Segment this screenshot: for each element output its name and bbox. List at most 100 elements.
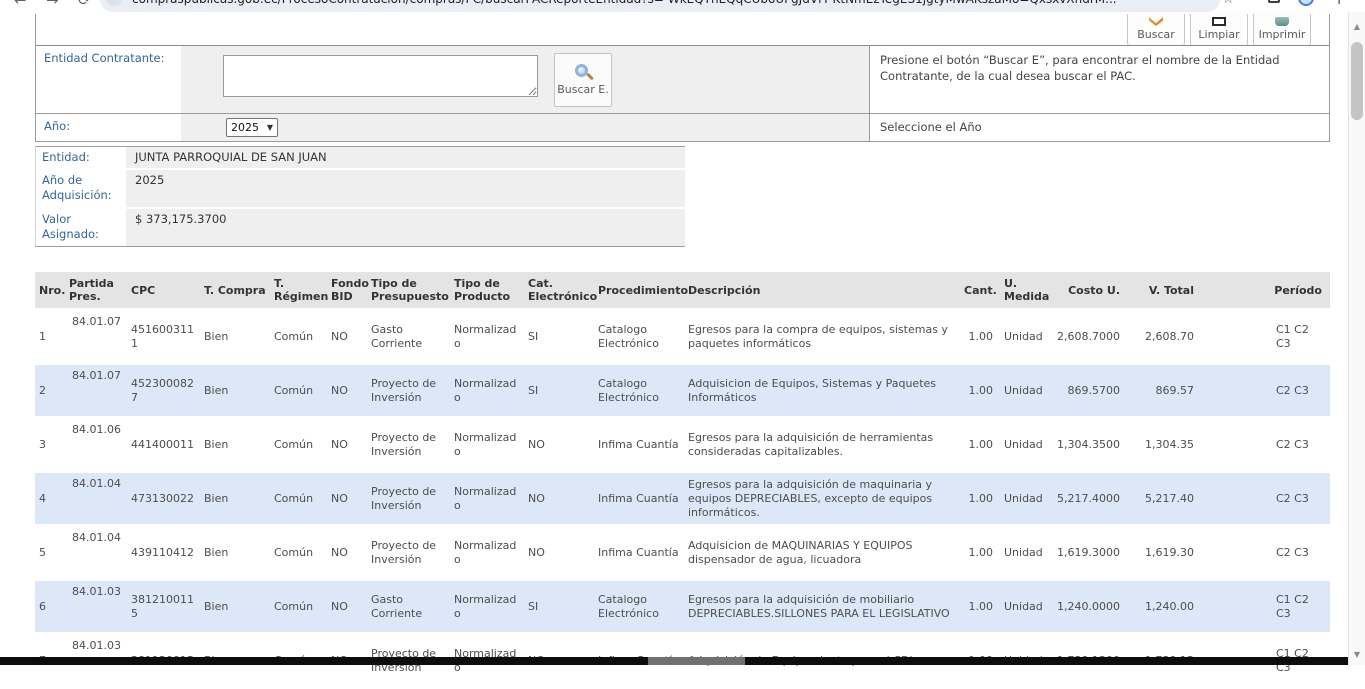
bookmark-star-icon[interactable]: ☆ (1222, 0, 1235, 7)
cell-tipo_producto: Normalizado (450, 419, 524, 470)
cell-t_compra: Bien (200, 473, 270, 524)
cell-cant: 1.00 (960, 365, 1000, 416)
info-label: Valor Asignado: (36, 209, 126, 246)
profile-avatar[interactable] (1298, 0, 1314, 6)
scroll-up-icon[interactable]: ▲ (1349, 22, 1365, 31)
cell-u_medida: Unidad (1000, 311, 1050, 362)
forward-icon[interactable]: → (46, 0, 59, 9)
cell-periodo: C1 C2 C3 (1204, 581, 1330, 632)
cell-periodo: C2 C3 (1204, 473, 1330, 524)
anio-help-cell: Seleccione el Año (869, 114, 1329, 141)
cell-u_medida: Unidad (1000, 527, 1050, 578)
periodo-value: C2 C3 (1276, 546, 1322, 560)
entidad-contratante-input[interactable] (223, 55, 538, 97)
column-header: Descripción (684, 272, 960, 308)
cell-costo_u: 1,304.3500 (1050, 419, 1130, 470)
cell-nro: 4 (35, 473, 65, 524)
vertical-scrollbar[interactable]: ▲ ▼ (1348, 12, 1365, 665)
cell-cpc: 473130022 (127, 473, 200, 524)
cell-t_compra: Bien (200, 311, 270, 362)
cell-t_regimen: Común (270, 365, 327, 416)
limpiar-button-label: Limpiar (1198, 28, 1239, 41)
cell-fondo_bid: NO (327, 473, 367, 524)
side-panel-icon[interactable] (1268, 0, 1280, 3)
cell-cat_electronico: SI (524, 311, 594, 362)
cell-partida: 84.01.06 (65, 419, 127, 470)
cell-cpc: 3812100115 (127, 581, 200, 632)
scrollbar-thumb[interactable] (1351, 42, 1363, 120)
browser-menu-icon[interactable]: + (1332, 0, 1346, 9)
info-value: $ 373,175.3700 (126, 209, 685, 246)
buscar-e-label: Buscar E. (557, 83, 609, 96)
column-header: Cant. (960, 272, 1000, 308)
column-header: Tipo de Presupuesto (367, 272, 450, 308)
info-label: Entidad: (36, 147, 126, 168)
cell-t_regimen: Común (270, 527, 327, 578)
cell-procedimiento: Catalogo Electrónico (594, 581, 684, 632)
anio-selected-value: 2025 (231, 121, 259, 134)
bottom-bar-segment (648, 657, 745, 665)
imprimir-button-label: Imprimir (1259, 28, 1306, 41)
anio-select[interactable]: 2025 ▼ (226, 118, 278, 137)
cell-nro: 3 (35, 419, 65, 470)
reload-icon[interactable]: ⟳ (78, 0, 91, 9)
browser-chrome: ← → ⟳ compraspublicas.gob.ec/ProcesoCont… (0, 0, 1365, 12)
anio-row: Año: 2025 ▼ Seleccione el Año (36, 114, 1329, 141)
table-row: 384.01.06441400011BienComúnNOProyecto de… (35, 419, 1330, 470)
cell-cat_electronico: NO (524, 473, 594, 524)
cell-partida: 84.01.07 (65, 365, 127, 416)
entidad-input-cell: Buscar E. (181, 46, 869, 113)
search-panel: Buscar Limpiar Imprimir Entidad Contrata… (35, 14, 1330, 142)
cell-costo_u: 1,619.3000 (1050, 527, 1130, 578)
cell-cpc: 439110412 (127, 527, 200, 578)
cell-descripcion: Egresos para la adquisición de mobiliari… (684, 581, 960, 632)
cell-t_regimen: Común (270, 311, 327, 362)
column-header: Período (1204, 272, 1330, 308)
entidad-help-cell: Presione el botón “Buscar E”, para encon… (869, 46, 1329, 113)
cell-fondo_bid: NO (327, 527, 367, 578)
cell-descripcion: Adquisicion de MAQUINARIAS Y EQUIPOS dis… (684, 527, 960, 578)
cell-descripcion: Egresos para la adquisición de maquinari… (684, 473, 960, 524)
column-header: T. Régimen (270, 272, 327, 308)
info-row: Valor Asignado:$ 373,175.3700 (36, 209, 685, 246)
limpiar-button[interactable]: Limpiar (1190, 14, 1248, 46)
cell-cat_electronico: SI (524, 581, 594, 632)
cell-tipo_producto: Normalizado (450, 581, 524, 632)
cell-partida: 84.01.04 (65, 473, 127, 524)
buscar-e-button[interactable]: Buscar E. (554, 53, 612, 107)
scroll-down-icon[interactable]: ▼ (1349, 650, 1365, 659)
anio-label: Año: (36, 114, 181, 141)
column-header: Procedimiento (594, 272, 684, 308)
page-content: Buscar Limpiar Imprimir Entidad Contrata… (35, 14, 1330, 689)
cell-tipo_presupuesto: Proyecto de Inversión (367, 527, 450, 578)
chevron-down-icon: ▼ (267, 123, 273, 132)
cell-nro: 5 (35, 527, 65, 578)
imprimir-button[interactable]: Imprimir (1253, 14, 1311, 46)
column-header: T. Compra (200, 272, 270, 308)
cell-procedimiento: Infima Cuantía (594, 419, 684, 470)
cell-t_regimen: Común (270, 419, 327, 470)
periodo-value: C2 C3 (1276, 438, 1322, 452)
cell-fondo_bid: NO (327, 311, 367, 362)
cell-t_compra: Bien (200, 581, 270, 632)
anio-input-cell: 2025 ▼ (181, 114, 869, 141)
entidad-contratante-label: Entidad Contratante: (36, 46, 181, 113)
cell-t_compra: Bien (200, 527, 270, 578)
cell-procedimiento: Infima Cuantía (594, 473, 684, 524)
column-header: CPC (127, 272, 200, 308)
buscar-button[interactable]: Buscar (1127, 14, 1185, 46)
cell-tipo_producto: Normalizado (450, 311, 524, 362)
cell-u_medida: Unidad (1000, 581, 1050, 632)
cell-cpc: 4516003111 (127, 311, 200, 362)
cell-t_regimen: Común (270, 581, 327, 632)
cell-v_total: 5,217.40 (1130, 473, 1204, 524)
back-icon[interactable]: ← (14, 0, 27, 9)
bottom-bar (0, 657, 1348, 665)
url-text[interactable]: compraspublicas.gob.ec/ProcesoContrataci… (132, 0, 1192, 6)
entidad-contratante-row: Entidad Contratante: Buscar E. Presione … (36, 46, 1329, 114)
cell-cant: 1.00 (960, 419, 1000, 470)
cell-v_total: 1,304.35 (1130, 419, 1204, 470)
cell-partida: 84.01.07 (65, 311, 127, 362)
cell-nro: 2 (35, 365, 65, 416)
column-header: Partida Pres. (65, 272, 127, 308)
